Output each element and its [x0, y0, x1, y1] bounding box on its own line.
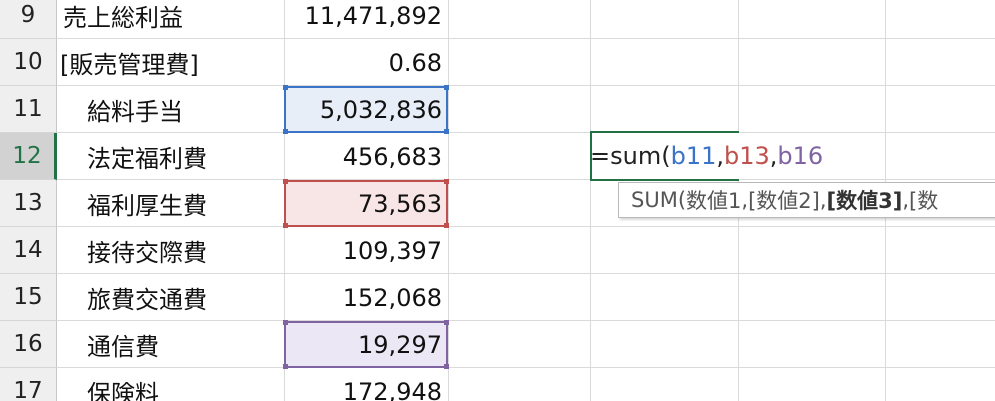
- cell-a15[interactable]: 旅費交通費: [57, 274, 284, 321]
- cell-b12[interactable]: 456,683: [284, 133, 448, 180]
- row-header-11[interactable]: 11: [0, 86, 57, 133]
- cell-b17[interactable]: 172,948: [284, 368, 448, 401]
- cell-a9[interactable]: 売上総利益: [57, 0, 284, 39]
- cell-b15[interactable]: 152,068: [284, 274, 448, 321]
- row-header-12[interactable]: 12: [0, 133, 57, 180]
- row-header-15[interactable]: 15: [0, 274, 57, 321]
- cell-b11[interactable]: 5,032,836: [284, 86, 448, 133]
- row-header-9[interactable]: 9: [0, 0, 57, 39]
- tooltip-arg2: [数値2]: [748, 189, 820, 213]
- cell-a13[interactable]: 福利厚生費: [57, 180, 284, 227]
- tooltip-arg1: 数値1: [686, 189, 742, 213]
- row-header-17[interactable]: 17: [0, 368, 57, 401]
- row-header-10[interactable]: 10: [0, 39, 57, 86]
- cell-a10[interactable]: [販売管理費]: [57, 39, 284, 86]
- row-header-13[interactable]: 13: [0, 180, 57, 227]
- cell-a16[interactable]: 通信費: [57, 321, 284, 368]
- cell-b10[interactable]: 0.68: [284, 39, 448, 86]
- cell-a11[interactable]: 給料手当: [57, 86, 284, 133]
- column-divider: [448, 0, 449, 401]
- tooltip-separator: ,: [902, 188, 910, 212]
- formula-separator: ,: [716, 142, 724, 170]
- spreadsheet-grid[interactable]: 9 10 11 12 13 14 15 16 17 売上総利益 [販売管理費] …: [0, 0, 995, 401]
- tooltip-function-name[interactable]: SUM(: [631, 188, 686, 212]
- cell-b16[interactable]: 19,297: [284, 321, 448, 368]
- formula-ref-b16: b16: [777, 142, 824, 170]
- cell-b14[interactable]: 109,397: [284, 227, 448, 274]
- formula-ref-b13: b13: [724, 142, 770, 170]
- cell-b9[interactable]: 11,471,892: [284, 0, 448, 39]
- tooltip-arg3-current: [数値3]: [826, 189, 903, 213]
- column-divider: [590, 0, 591, 401]
- cell-a12[interactable]: 法定福利費: [57, 133, 284, 180]
- tooltip-arg-more: [数: [909, 189, 939, 213]
- cell-a14[interactable]: 接待交際費: [57, 227, 284, 274]
- formula-ref-b11: b11: [670, 142, 717, 170]
- formula-text[interactable]: =sum(b11, b13, b16: [590, 136, 823, 176]
- tooltip-separator: ,: [819, 188, 827, 212]
- tooltip-separator: ,: [741, 188, 749, 212]
- row-header-14[interactable]: 14: [0, 227, 57, 274]
- cell-b13[interactable]: 73,563: [284, 180, 448, 227]
- formula-separator: ,: [769, 142, 778, 170]
- row-header-16[interactable]: 16: [0, 321, 57, 368]
- function-argument-tooltip: SUM(数値1, [数値2], [数値3], [数: [618, 182, 995, 218]
- formula-prefix: =sum(: [590, 142, 671, 170]
- cell-a17[interactable]: 保険料: [57, 368, 284, 401]
